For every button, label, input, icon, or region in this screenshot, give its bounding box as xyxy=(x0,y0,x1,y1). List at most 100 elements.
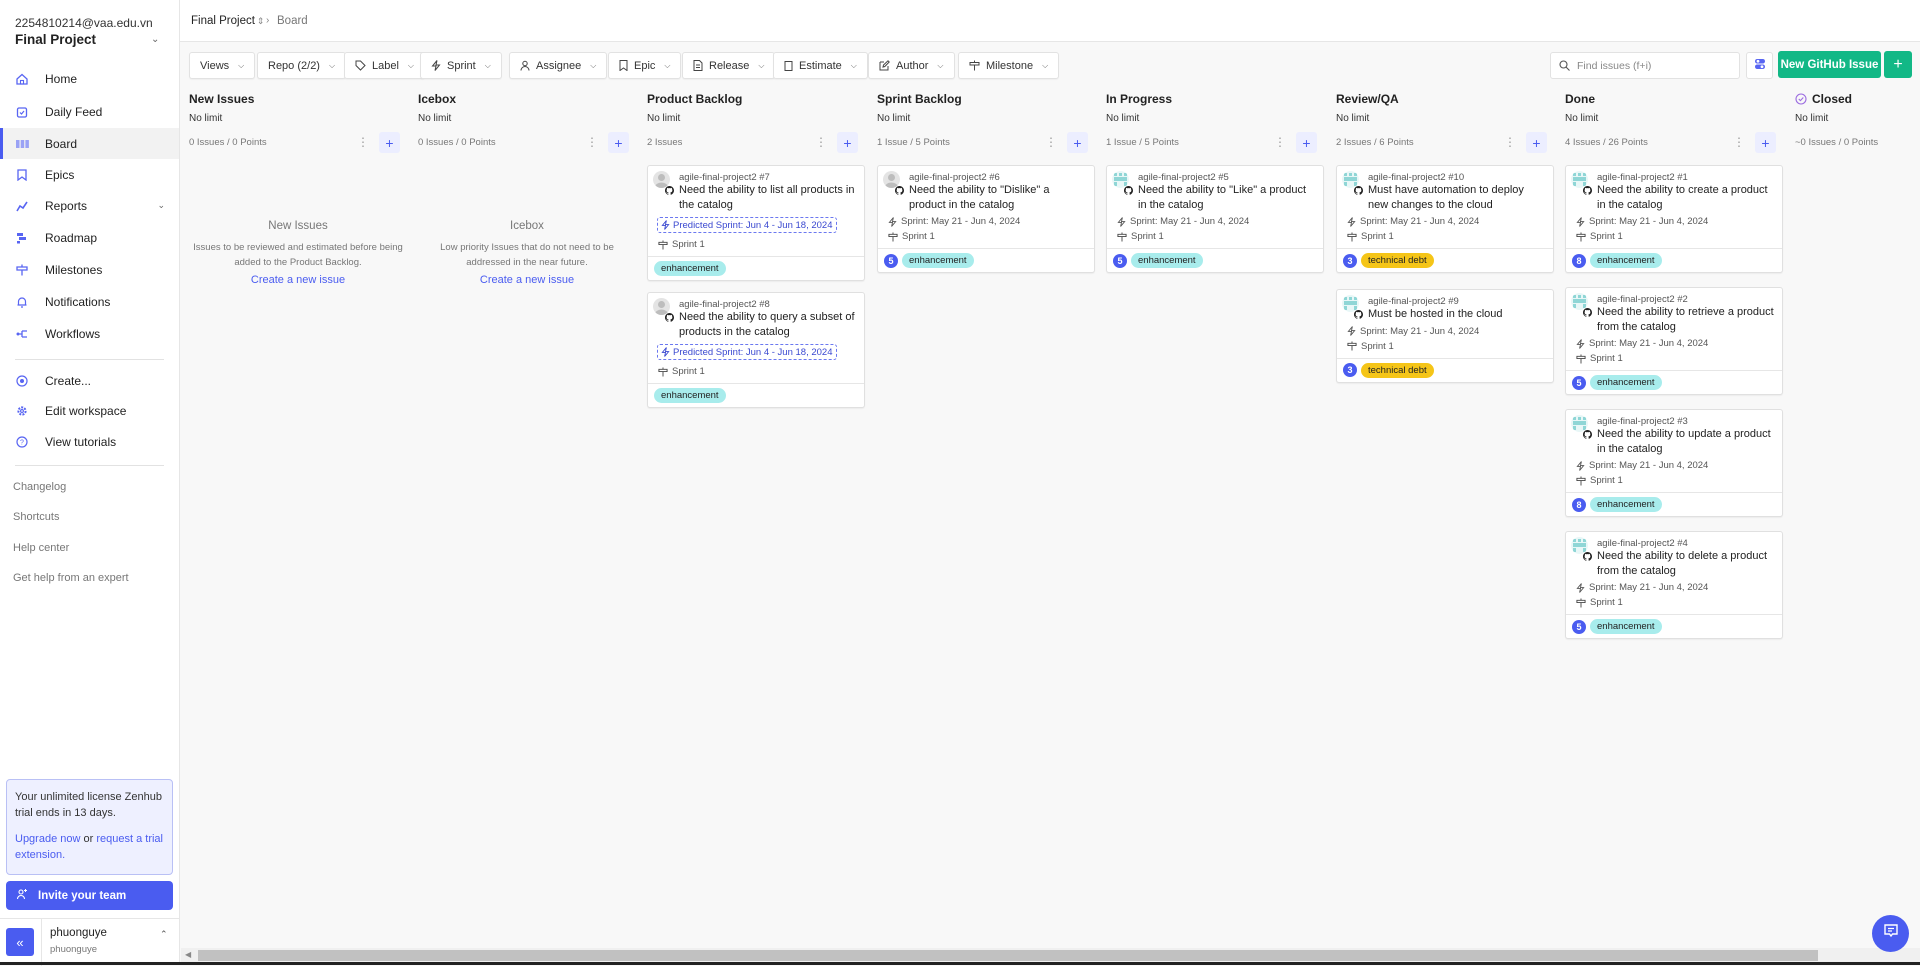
search-input[interactable]: Find issues (f+i) xyxy=(1550,52,1740,79)
chevron-up-icon[interactable]: ⌃ xyxy=(160,929,168,940)
label-badge[interactable]: enhancement xyxy=(1590,375,1662,390)
view-tutorials-button[interactable]: ? View tutorials xyxy=(0,426,179,457)
issue-card[interactable]: agile-final-project2 #2 Need the ability … xyxy=(1565,287,1783,395)
new-github-issue-button[interactable]: New GitHub Issue xyxy=(1778,51,1881,78)
filter-milestone[interactable]: Milestone ⌵ xyxy=(958,52,1060,79)
sidebar-item-workflows[interactable]: Workflows xyxy=(0,318,179,349)
issue-repo[interactable]: agile-final-project2 #7 xyxy=(679,172,856,183)
create-button[interactable]: Create... xyxy=(0,365,179,396)
user-menu[interactable]: « phuonguye phuonguye ⌃ xyxy=(0,918,179,966)
edit-workspace-button[interactable]: Edit workspace xyxy=(0,395,179,426)
issue-card[interactable]: agile-final-project2 #6 Need the ability … xyxy=(877,165,1095,273)
add-issue-button[interactable]: + xyxy=(608,132,629,153)
chat-support-button[interactable] xyxy=(1872,915,1909,952)
upgrade-link[interactable]: Upgrade now xyxy=(15,833,80,845)
issue-repo[interactable]: agile-final-project2 #10 xyxy=(1368,172,1545,183)
label-badge[interactable]: enhancement xyxy=(654,261,726,276)
help-center-link[interactable]: Help center xyxy=(13,542,69,554)
expert-help-link[interactable]: Get help from an expert xyxy=(13,572,129,584)
chevron-down-icon[interactable]: ⌄ xyxy=(157,200,165,211)
add-issue-button[interactable]: + xyxy=(1755,132,1776,153)
issue-card[interactable]: agile-final-project2 #4 Need the ability … xyxy=(1565,531,1783,639)
label-badge[interactable]: enhancement xyxy=(654,388,726,403)
issue-title[interactable]: Need the ability to create a product in … xyxy=(1597,183,1774,212)
issue-card[interactable]: agile-final-project2 #1 Need the ability … xyxy=(1565,165,1783,273)
add-issue-button[interactable]: + xyxy=(837,132,858,153)
issue-title[interactable]: Need the ability to "Like" a product in … xyxy=(1138,183,1315,212)
issue-title[interactable]: Need the ability to update a product in … xyxy=(1597,427,1774,456)
add-issue-button[interactable]: + xyxy=(1067,132,1088,153)
column-menu-icon[interactable]: ⋮ xyxy=(1504,136,1516,148)
create-issue-link[interactable]: Create a new issue xyxy=(480,274,574,286)
issue-title[interactable]: Must have automation to deploy new chang… xyxy=(1368,183,1545,212)
issue-title[interactable]: Need the ability to "Dislike" a product … xyxy=(909,183,1086,212)
filter-assignee[interactable]: Assignee ⌵ xyxy=(509,52,608,79)
label-badge[interactable]: enhancement xyxy=(1590,497,1662,512)
label-badge[interactable]: enhancement xyxy=(902,253,974,268)
invite-team-button[interactable]: Invite your team xyxy=(6,881,173,910)
shortcuts-link[interactable]: Shortcuts xyxy=(13,511,59,523)
column-title: Icebox xyxy=(418,92,456,106)
issue-repo[interactable]: agile-final-project2 #9 xyxy=(1368,296,1545,307)
sidebar-item-milestones[interactable]: Milestones xyxy=(0,254,179,285)
sidebar-item-home[interactable]: Home xyxy=(0,63,179,94)
label-badge[interactable]: enhancement xyxy=(1131,253,1203,268)
sidebar-item-reports[interactable]: Reports ⌄ xyxy=(0,190,179,221)
issue-repo[interactable]: agile-final-project2 #8 xyxy=(679,299,856,310)
sidebar-item-daily-feed[interactable]: Daily Feed xyxy=(0,96,179,127)
filter-repo[interactable]: Repo (2/2) ⌵ xyxy=(257,52,347,79)
issue-repo[interactable]: agile-final-project2 #5 xyxy=(1138,172,1315,183)
add-button[interactable]: + xyxy=(1884,51,1912,78)
issue-card[interactable]: agile-final-project2 #7 Need the ability … xyxy=(647,165,865,281)
column-menu-icon[interactable]: ⋮ xyxy=(1045,136,1057,148)
label-badge[interactable]: enhancement xyxy=(1590,253,1662,268)
issue-repo[interactable]: agile-final-project2 #4 xyxy=(1597,538,1774,549)
issue-title[interactable]: Must be hosted in the cloud xyxy=(1368,307,1545,322)
issue-repo[interactable]: agile-final-project2 #6 xyxy=(909,172,1086,183)
issue-repo[interactable]: agile-final-project2 #2 xyxy=(1597,294,1774,305)
issue-repo[interactable]: agile-final-project2 #3 xyxy=(1597,416,1774,427)
changelog-link[interactable]: Changelog xyxy=(13,481,66,493)
column-menu-icon[interactable]: ⋮ xyxy=(815,136,827,148)
filter-author[interactable]: Author ⌵ xyxy=(868,52,955,79)
sidebar-item-roadmap[interactable]: Roadmap xyxy=(0,222,179,253)
filter-label[interactable]: Label ⌵ xyxy=(344,52,425,79)
issue-repo[interactable]: agile-final-project2 #1 xyxy=(1597,172,1774,183)
column-menu-icon[interactable]: ⋮ xyxy=(586,136,598,148)
filter-epic[interactable]: Epic ⌵ xyxy=(608,52,682,79)
label-badge[interactable]: enhancement xyxy=(1590,619,1662,634)
sidebar-item-board[interactable]: Board xyxy=(0,128,179,159)
filter-release[interactable]: Release ⌵ xyxy=(682,52,776,79)
add-issue-button[interactable]: + xyxy=(379,132,400,153)
issue-card[interactable]: agile-final-project2 #5 Need the ability … xyxy=(1106,165,1324,273)
column-menu-icon[interactable]: ⋮ xyxy=(1274,136,1286,148)
issue-card[interactable]: agile-final-project2 #8 Need the ability … xyxy=(647,292,865,408)
column-menu-icon[interactable]: ⋮ xyxy=(1733,136,1745,148)
filter-estimate[interactable]: Estimate ⌵ xyxy=(773,52,868,79)
horizontal-scrollbar[interactable]: ◀ xyxy=(181,948,1920,962)
column-menu-icon[interactable]: ⋮ xyxy=(357,136,369,148)
label-badge[interactable]: technical debt xyxy=(1361,253,1434,268)
filter-views[interactable]: Views ⌵ xyxy=(189,52,256,79)
sidebar-item-epics[interactable]: Epics xyxy=(0,159,179,190)
filter-sprint[interactable]: Sprint ⌵ xyxy=(420,52,502,79)
chevron-down-icon[interactable]: ⌄ xyxy=(151,34,159,45)
toggle-view-button[interactable] xyxy=(1746,52,1773,79)
issue-title[interactable]: Need the ability to list all products in… xyxy=(679,183,856,212)
add-issue-button[interactable]: + xyxy=(1296,132,1317,153)
breadcrumb-project[interactable]: Final Project ⇕ xyxy=(191,15,264,27)
scroll-left-icon[interactable]: ◀ xyxy=(185,950,191,959)
collapse-sidebar-button[interactable]: « xyxy=(6,928,34,956)
issue-card[interactable]: agile-final-project2 #10 Must have automa… xyxy=(1336,165,1554,273)
issue-card[interactable]: agile-final-project2 #3 Need the ability … xyxy=(1565,409,1783,517)
issue-title[interactable]: Need the ability to delete a product fro… xyxy=(1597,549,1774,578)
add-issue-button[interactable]: + xyxy=(1526,132,1547,153)
label-badge[interactable]: technical debt xyxy=(1361,362,1434,378)
workspace-switcher[interactable]: Final Project xyxy=(15,32,96,47)
sidebar-item-notifications[interactable]: Notifications xyxy=(0,286,179,317)
create-issue-link[interactable]: Create a new issue xyxy=(251,274,345,286)
issue-card[interactable]: agile-final-project2 #9 Must be hosted in… xyxy=(1336,289,1554,383)
issue-title[interactable]: Need the ability to query a subset of pr… xyxy=(679,310,856,339)
issue-title[interactable]: Need the ability to retrieve a product f… xyxy=(1597,305,1774,334)
scrollbar-thumb[interactable] xyxy=(198,950,1818,961)
